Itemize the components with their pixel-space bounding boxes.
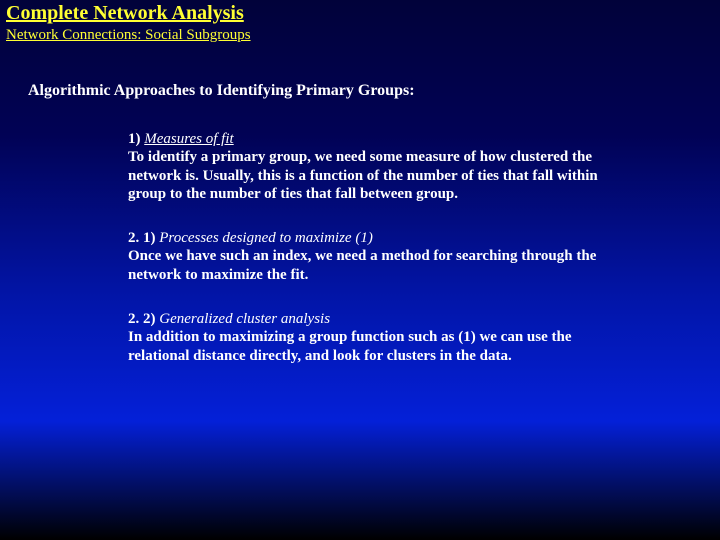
item-title: Generalized cluster analysis [159,311,330,327]
slide-header: Complete Network Analysis Network Connec… [0,0,720,48]
list-item: 2. 2) Generalized cluster analysis In ad… [128,310,610,365]
item-title: Processes designed to maximize (1) [159,230,373,246]
item-body: To identify a primary group, we need som… [128,149,598,202]
item-label: 2. 1) [128,230,159,246]
item-label: 1) [128,131,144,147]
item-body: Once we have such an index, we need a me… [128,248,596,282]
section-heading: Algorithmic Approaches to Identifying Pr… [28,82,700,100]
slide-content: Algorithmic Approaches to Identifying Pr… [0,48,720,365]
list-item: 2. 1) Processes designed to maximize (1)… [128,229,610,284]
item-title: Measures of fit [144,131,233,147]
slide-subtitle: Network Connections: Social Subgroups [6,27,714,44]
list-item: 1) Measures of fit To identify a primary… [128,130,610,203]
slide-title: Complete Network Analysis [6,2,714,25]
item-body: In addition to maximizing a group functi… [128,329,572,363]
item-label: 2. 2) [128,311,159,327]
